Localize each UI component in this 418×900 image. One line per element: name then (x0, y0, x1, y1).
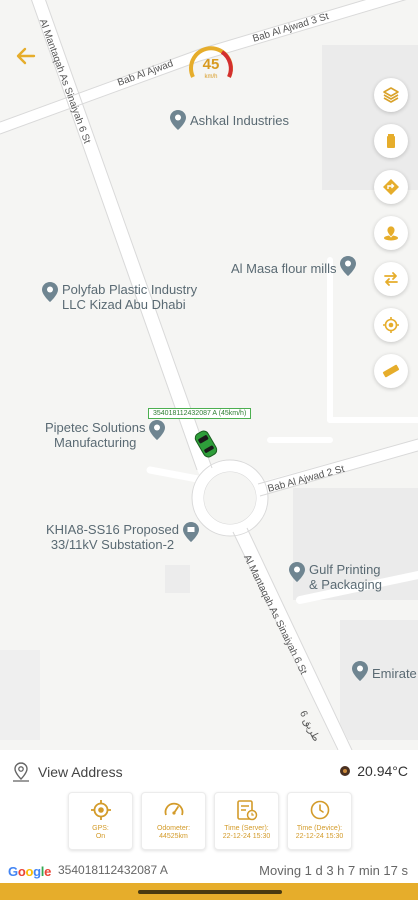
device-time-tile[interactable]: Time (Device): 22-12-24 15:30 (287, 792, 352, 850)
poi-polyfab[interactable]: Polyfab Plastic Industry LLC Kizad Abu D… (42, 282, 197, 312)
poi-label: Emirate (372, 666, 417, 681)
ruler-icon (382, 364, 400, 378)
google-logo: Google (8, 864, 52, 879)
map-pin-icon (289, 562, 305, 582)
direction-button[interactable] (374, 170, 408, 204)
locate-button[interactable] (374, 308, 408, 342)
odometer-label: Odometer: 44525km (156, 825, 191, 840)
server-time-icon (236, 800, 257, 821)
building-pin-icon (182, 522, 199, 542)
address-pin-icon (13, 762, 29, 782)
server-time-label: Time (Server): 22-12-24 15:30 (222, 825, 271, 840)
speed-value: 45 (202, 56, 220, 73)
poi-label: Al Masa flour mills (231, 261, 337, 276)
poi-label: Polyfab Plastic Industry LLC Kizad Abu D… (62, 282, 198, 312)
poi-label: Pipetec Solutions Manufacturing (45, 420, 146, 450)
vehicle-label[interactable]: 354018112432087 A (45km/h) (148, 408, 252, 419)
swap-icon (384, 272, 398, 286)
battery-icon (387, 134, 395, 148)
odometer-icon (164, 802, 183, 816)
gps-tile[interactable]: GPS: On (68, 792, 133, 850)
back-arrow-icon[interactable] (14, 44, 38, 68)
device-time-label: Time (Device): 22-12-24 15:30 (295, 825, 344, 840)
view-address-label: View Address (38, 764, 123, 780)
status-tiles: GPS: On Odometer: 44525km Time (Server):… (68, 792, 352, 850)
poi-emirate[interactable]: Emirate (352, 661, 417, 681)
server-time-tile[interactable]: Time (Server): 22-12-24 15:30 (214, 792, 279, 850)
temperature-readout: 20.94°C (339, 763, 408, 779)
home-indicator[interactable] (138, 890, 282, 894)
map-pin-icon (149, 420, 166, 440)
temperature-icon (340, 766, 351, 776)
layers-icon (383, 87, 399, 103)
speedometer: 45 km/h (186, 42, 236, 92)
temperature-value: 20.94°C (357, 763, 408, 779)
poi-ashkal-industries[interactable]: Ashkal Industries (170, 110, 289, 130)
poi-label: KHIA8-SS16 Proposed 33/11kV Substation-2 (46, 522, 179, 552)
poi-label: Ashkal Industries (190, 113, 289, 128)
gps-label: GPS: On (92, 825, 109, 840)
gps-icon (90, 800, 111, 820)
map-pin-icon (42, 282, 58, 302)
locate-icon (383, 317, 399, 333)
direction-icon (383, 179, 399, 195)
geofence-icon (384, 225, 398, 241)
ruler-button[interactable] (374, 354, 408, 388)
layers-button[interactable] (374, 78, 408, 112)
poi-label: Gulf Printing & Packaging (309, 562, 382, 592)
odometer-tile[interactable]: Odometer: 44525km (141, 792, 206, 850)
poi-al-masa-flour-mills[interactable]: Al Masa flour mills (231, 256, 357, 276)
view-address-button[interactable]: View Address (10, 761, 123, 783)
map-pin-icon (340, 256, 357, 276)
poi-pipetec[interactable]: Pipetec Solutions Manufacturing (45, 420, 166, 450)
speed-unit: km/h (204, 74, 218, 80)
geofence-button[interactable] (374, 216, 408, 250)
bottom-panel: View Address 20.94°C GPS: On Odometer: 4… (0, 750, 418, 900)
device-imei: 354018112432087 A (58, 863, 168, 877)
device-time-icon (310, 800, 329, 820)
map-view[interactable]: Bab Al Ajwad 3 St Bab Al Ajwad Al Mantaq… (0, 0, 418, 750)
poi-gulf-printing[interactable]: Gulf Printing & Packaging (289, 562, 382, 592)
map-pin-icon (170, 110, 186, 130)
battery-button[interactable] (374, 124, 408, 158)
moving-status: Moving 1 d 3 h 7 min 17 s (259, 863, 408, 878)
swap-button[interactable] (374, 262, 408, 296)
map-pin-icon (352, 661, 368, 681)
poi-khia8-substation[interactable]: KHIA8-SS16 Proposed 33/11kV Substation-2 (46, 522, 199, 552)
